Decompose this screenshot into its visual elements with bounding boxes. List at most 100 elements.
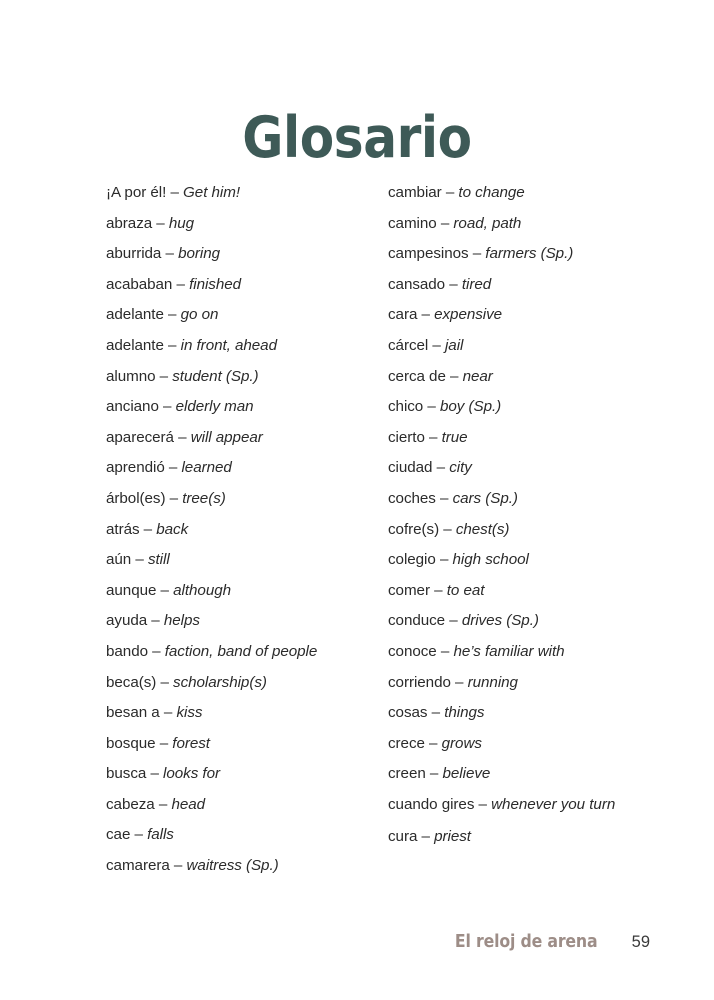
glossary-separator: – [441, 184, 459, 201]
glossary-entry: anciano – elderly man [106, 392, 388, 423]
glossary-separator: – [424, 734, 442, 752]
glossary-definition: cars (Sp.) [452, 489, 518, 507]
glossary-definition: hug [168, 214, 195, 232]
glossary-entry: ¡A por él! – Get him! [106, 178, 388, 209]
glossary-definition: Get him! [183, 184, 241, 201]
glossary-definition: road, path [453, 214, 522, 232]
glossary-definition: high school [452, 551, 529, 569]
glossary-separator: – [164, 459, 182, 477]
glossary-definition: grows [441, 734, 482, 752]
glossary-entry: aunque – although [106, 576, 388, 607]
glossary-definition: in front, ahead [180, 336, 277, 354]
glossary-separator: – [445, 367, 463, 385]
glossary-term: aprendió [106, 459, 165, 477]
glossary-term: atrás [106, 520, 140, 538]
glossary-entry: beca(s) – scholarship(s) [106, 668, 388, 699]
glossary-separator: – [147, 642, 165, 660]
glossary-entry: conoce – he’s familiar with [388, 637, 626, 668]
glossary-definition: chest(s) [455, 520, 510, 538]
glossary-separator: – [163, 336, 181, 354]
glossary-separator: – [159, 704, 177, 722]
glossary-definition: to eat [446, 581, 485, 599]
glossary-separator: – [166, 184, 184, 201]
glossary-separator: – [417, 306, 435, 324]
glossary-entry: busca – looks for [106, 759, 388, 790]
glossary-entry: aparecerá – will appear [106, 423, 388, 454]
glossary-separator: – [429, 581, 447, 599]
glossary-entry: besan a – kiss [106, 698, 388, 729]
glossary-separator: – [130, 826, 148, 844]
glossary-page: Glosario ¡A por él! – Get him! abraza – h… [0, 0, 714, 1000]
glossary-entry: cara – expensive [388, 300, 626, 331]
glossary-separator: – [445, 612, 462, 630]
glossary-separator: – [156, 581, 174, 599]
glossary-definition: near [462, 367, 493, 385]
glossary-column-right: cambiar – to change camino – road, path ca… [388, 178, 626, 852]
glossary-entry: camarera – waitress (Sp.) [106, 851, 388, 882]
glossary-separator: – [173, 428, 191, 446]
glossary-definition: boring [178, 245, 220, 263]
glossary-entry: bando – faction, band of people [106, 637, 388, 668]
glossary-term: coches [388, 489, 436, 507]
glossary-term: crece [388, 734, 425, 752]
glossary-term: abraza [106, 214, 153, 232]
glossary-term: ciudad [388, 459, 433, 477]
glossary-entry: cura – priest [388, 822, 626, 853]
glossary-separator: – [445, 275, 462, 293]
glossary-definition: things [444, 704, 485, 722]
glossary-separator: – [436, 642, 454, 660]
glossary-term: conoce [388, 642, 437, 660]
glossary-term: aunque [106, 581, 157, 599]
glossary-term: besan a [106, 704, 160, 722]
glossary-definition: farmers (Sp.) [485, 245, 574, 263]
glossary-entry: adelante – in front, ahead [106, 331, 388, 362]
glossary-separator: – [474, 795, 492, 813]
glossary-entry: aún – still [106, 545, 388, 576]
glossary-entry: atrás – back [106, 515, 388, 546]
glossary-separator: – [425, 765, 443, 783]
glossary-definition: drives (Sp.) [461, 612, 539, 630]
glossary-term: camarera [106, 857, 170, 875]
glossary-definition: student (Sp.) [172, 367, 259, 385]
glossary-separator: – [163, 306, 181, 324]
glossary-separator: – [156, 673, 174, 691]
glossary-entry: alumno – student (Sp.) [106, 362, 388, 393]
glossary-definition: jail [444, 336, 464, 354]
glossary-entry: cosas – things [388, 698, 626, 729]
glossary-term: cara [388, 306, 418, 324]
glossary-separator: – [155, 734, 173, 752]
page-title: Glosario [242, 105, 472, 172]
glossary-term: alumno [106, 367, 156, 385]
glossary-term: cura [388, 827, 418, 845]
glossary-entry: cae – falls [106, 820, 388, 851]
glossary-definition: running [467, 673, 518, 691]
glossary-entry: campesinos – farmers (Sp.) [388, 239, 626, 270]
glossary-separator: – [139, 520, 157, 538]
glossary-term: corriendo [388, 673, 451, 691]
page-number: 59 [631, 933, 650, 951]
glossary-entry: aburrida – boring [106, 239, 388, 270]
glossary-columns: ¡A por él! – Get him! abraza – hug aburrid… [106, 178, 626, 882]
glossary-term: campesinos [388, 245, 469, 263]
glossary-entry: ayuda – helps [106, 606, 388, 637]
glossary-term: cansado [388, 275, 446, 293]
glossary-separator: – [169, 857, 187, 875]
glossary-definition: whenever you turn [491, 795, 616, 813]
glossary-entry: abraza – hug [106, 209, 388, 240]
glossary-entry: conduce – drives (Sp.) [388, 606, 626, 637]
book-title: El reloj de arena [455, 932, 598, 952]
glossary-term: cárcel [388, 336, 429, 354]
glossary-term: creen [388, 765, 426, 783]
glossary-definition: head [171, 795, 206, 813]
glossary-entry: adelante – go on [106, 300, 388, 331]
glossary-separator: – [147, 612, 164, 630]
glossary-definition: still [147, 551, 170, 569]
glossary-separator: – [155, 367, 173, 385]
glossary-definition: forest [172, 734, 210, 752]
glossary-entry: cofre(s) – chest(s) [388, 515, 626, 546]
glossary-term: conduce [388, 612, 446, 630]
glossary-term: comer [388, 581, 430, 599]
glossary-entry: árbol(es) – tree(s) [106, 484, 388, 515]
glossary-term: cofre(s) [388, 520, 440, 538]
glossary-separator: – [154, 795, 172, 813]
